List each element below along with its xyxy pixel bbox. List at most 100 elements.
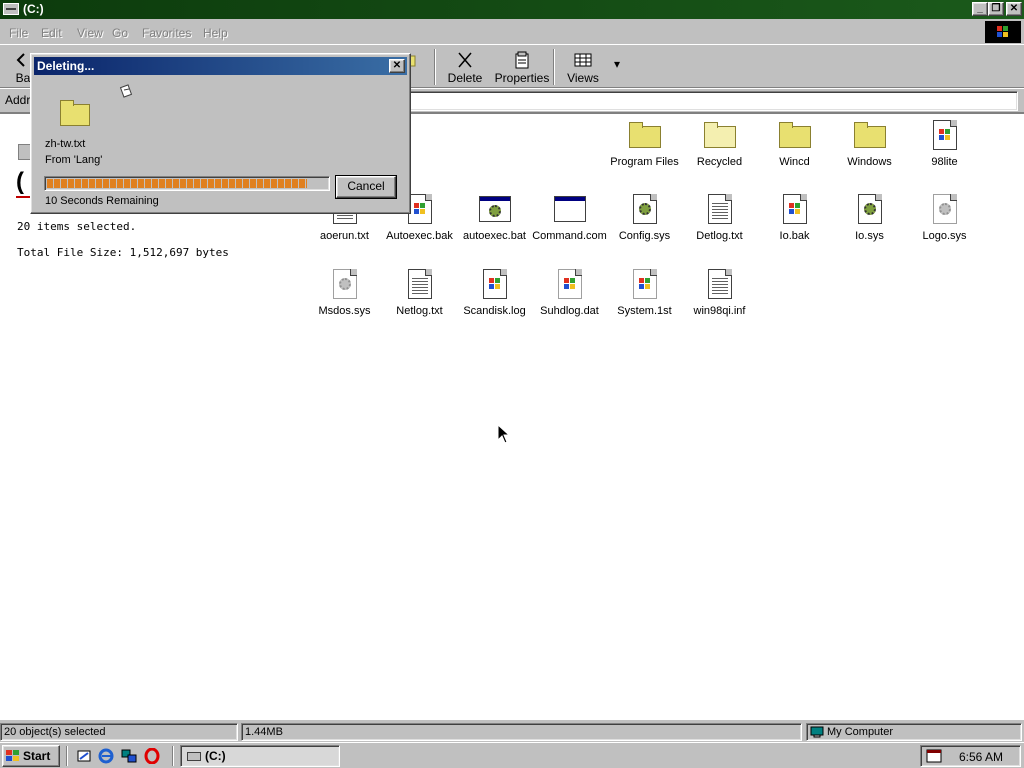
file-item-label: Autoexec.bak xyxy=(386,230,453,242)
start-button[interactable]: Start xyxy=(2,745,60,767)
text-file-icon xyxy=(402,267,438,301)
file-item[interactable]: Suhdlog.dat xyxy=(532,267,607,317)
file-item[interactable]: Logo.sys xyxy=(907,192,982,242)
file-item-label: Io.bak xyxy=(779,230,810,242)
status-size: 1.44MB xyxy=(241,723,802,741)
file-item-label: Detlog.txt xyxy=(696,230,743,242)
dialog-source-folder: From 'Lang' xyxy=(45,154,103,166)
folder-icon xyxy=(777,118,813,152)
text-file-icon xyxy=(702,192,738,226)
views-button[interactable]: Views xyxy=(562,47,604,87)
time-remaining-text: 10 Seconds Remaining xyxy=(45,195,159,207)
file-item[interactable]: Msdos.sys xyxy=(307,267,382,317)
opera-icon[interactable] xyxy=(144,748,160,764)
file-item-label: Command.com xyxy=(532,230,607,242)
menu-go[interactable]: Go xyxy=(112,26,128,40)
toolbar-separator xyxy=(553,49,555,85)
taskbar: Start (C:) 6:56 AM xyxy=(0,742,1024,768)
scheduler-icon[interactable] xyxy=(926,749,942,763)
system-file-icon xyxy=(927,192,963,226)
menu-view[interactable]: View xyxy=(77,26,103,40)
file-item-label: Logo.sys xyxy=(922,230,967,242)
file-item-label: Io.sys xyxy=(855,230,884,242)
window-title: (C:) xyxy=(23,2,44,16)
taskbar-separator xyxy=(66,746,68,766)
file-item[interactable]: Command.com xyxy=(532,192,607,242)
file-item[interactable]: Netlog.txt xyxy=(382,267,457,317)
status-zone: My Computer xyxy=(806,723,1022,741)
application-icon xyxy=(552,192,588,226)
minimize-button[interactable]: _ xyxy=(972,2,988,16)
windows-file-icon xyxy=(477,267,513,301)
progress-fill xyxy=(47,179,307,188)
restore-button[interactable]: ❐ xyxy=(988,2,1004,16)
system-tray: 6:56 AM xyxy=(920,745,1021,767)
drive-icon xyxy=(3,3,19,15)
system-file-icon xyxy=(627,192,663,226)
file-item[interactable]: Scandisk.log xyxy=(457,267,532,317)
properties-icon xyxy=(515,51,529,69)
dialog-close-button[interactable]: ✕ xyxy=(389,59,405,73)
file-item[interactable]: Windows xyxy=(832,118,907,168)
file-item[interactable]: Io.bak xyxy=(757,192,832,242)
file-item-label: Scandisk.log xyxy=(463,305,526,317)
file-item-label: autoexec.bat xyxy=(463,230,526,242)
deleting-dialog: Deleting... ✕ zh-tw.txt From 'Lang' Canc… xyxy=(30,53,411,214)
file-item-label: Program Files xyxy=(610,156,679,168)
folder-icon xyxy=(852,118,888,152)
delete-x-icon xyxy=(458,52,472,68)
file-item[interactable]: Detlog.txt xyxy=(682,192,757,242)
windows-file-icon xyxy=(777,192,813,226)
flying-document-icon xyxy=(119,84,133,98)
properties-button[interactable]: Properties xyxy=(494,47,550,87)
taskbar-separator xyxy=(172,746,174,766)
views-grid-icon xyxy=(574,53,592,67)
internet-explorer-icon[interactable] xyxy=(98,748,114,764)
file-item-label: Recycled xyxy=(696,156,743,168)
network-icon[interactable] xyxy=(121,748,137,764)
file-item[interactable]: Recycled xyxy=(682,118,757,168)
folder-title: ( xyxy=(16,168,24,195)
menu-help[interactable]: Help xyxy=(203,26,228,40)
windows-logo-icon xyxy=(985,21,1021,43)
file-item[interactable]: Config.sys xyxy=(607,192,682,242)
setup-info-icon xyxy=(702,267,738,301)
title-bar[interactable]: (C:) _ ❐ ✕ xyxy=(0,0,1024,19)
file-item[interactable]: Wincd xyxy=(757,118,832,168)
menu-favorites[interactable]: Favorites xyxy=(142,26,191,40)
show-desktop-icon[interactable] xyxy=(76,748,92,764)
file-item[interactable]: Program Files xyxy=(607,118,682,168)
windows-file-icon xyxy=(927,118,963,152)
folder-icon xyxy=(627,118,663,152)
file-item[interactable]: 98lite xyxy=(907,118,982,168)
delete-button[interactable]: Delete xyxy=(442,47,488,87)
file-item[interactable]: win98qi.inf xyxy=(682,267,757,317)
status-objects: 20 object(s) selected xyxy=(0,723,238,741)
total-size-text: Total File Size: 1,512,697 bytes xyxy=(17,246,229,259)
batch-file-icon xyxy=(477,192,513,226)
file-item[interactable]: Io.sys xyxy=(832,192,907,242)
status-bar: 20 object(s) selected 1.44MB My Computer xyxy=(0,722,1024,742)
windows-file-icon xyxy=(627,267,663,301)
file-item-label: aoerun.txt xyxy=(320,230,369,242)
system-file-icon xyxy=(327,267,363,301)
file-item-label: Windows xyxy=(847,156,892,168)
menu-file[interactable]: File xyxy=(9,26,28,40)
cancel-button[interactable]: Cancel xyxy=(335,175,397,199)
clock[interactable]: 6:56 AM xyxy=(959,750,1003,764)
menu-edit[interactable]: Edit xyxy=(41,26,62,40)
close-button[interactable]: ✕ xyxy=(1006,2,1022,16)
file-item-label: Msdos.sys xyxy=(318,305,371,317)
address-label: Addr xyxy=(5,93,31,107)
file-item-label: 98lite xyxy=(931,156,958,168)
drive-icon xyxy=(187,752,201,761)
dialog-file-name: zh-tw.txt xyxy=(45,138,86,150)
file-item-label: Suhdlog.dat xyxy=(540,305,599,317)
selected-items-text: 20 items selected. xyxy=(17,220,137,233)
dialog-title-bar[interactable]: Deleting... ✕ xyxy=(34,57,407,75)
file-item[interactable]: autoexec.bat xyxy=(457,192,532,242)
taskbar-window-c[interactable]: (C:) xyxy=(180,745,340,767)
menu-bar: File Edit View Go Favorites Help xyxy=(0,20,1024,44)
file-item-label: Netlog.txt xyxy=(396,305,443,317)
file-item[interactable]: System.1st xyxy=(607,267,682,317)
